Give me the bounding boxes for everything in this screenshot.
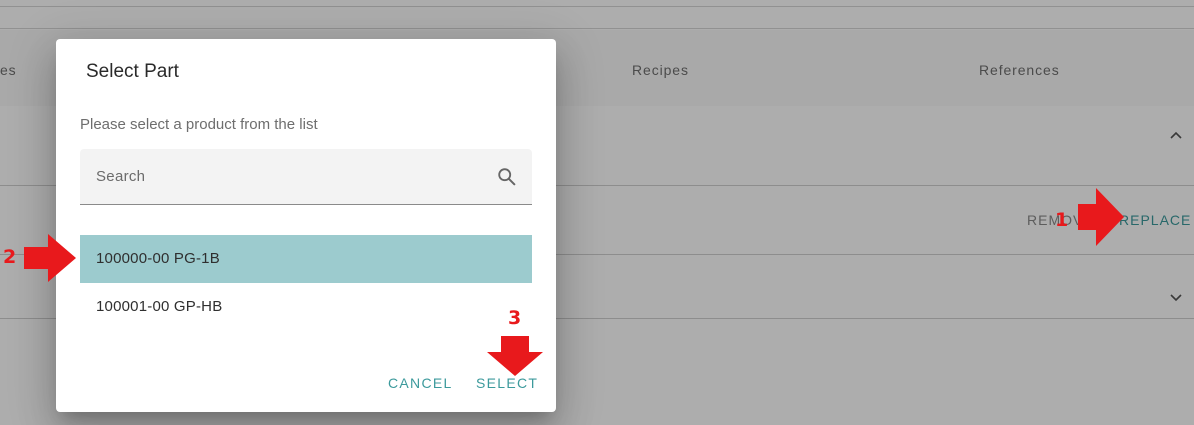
- annotation-number-2: 2: [3, 246, 17, 268]
- annotation-number-1: 1: [1055, 209, 1069, 231]
- list-item-2[interactable]: 100001-00 GP-HB: [80, 283, 532, 331]
- search-field: [80, 149, 532, 205]
- dialog-title: Select Part: [86, 61, 179, 82]
- annotation-arrow-right-icon: [24, 234, 76, 282]
- dialog-subtitle: Please select a product from the list: [80, 116, 318, 133]
- select-part-dialog: Select Part Please select a product from…: [56, 39, 556, 412]
- list-item-1[interactable]: 100000-00 PG-1B: [80, 235, 532, 283]
- annotation-arrow-right-icon: [1078, 188, 1124, 246]
- annotation-number-3: 3: [508, 307, 522, 329]
- search-icon[interactable]: [496, 166, 518, 188]
- annotation-arrow-down-icon: [487, 336, 543, 376]
- select-button[interactable]: SELECT: [476, 375, 538, 391]
- cancel-button[interactable]: CANCEL: [388, 375, 453, 391]
- search-input[interactable]: [80, 149, 480, 204]
